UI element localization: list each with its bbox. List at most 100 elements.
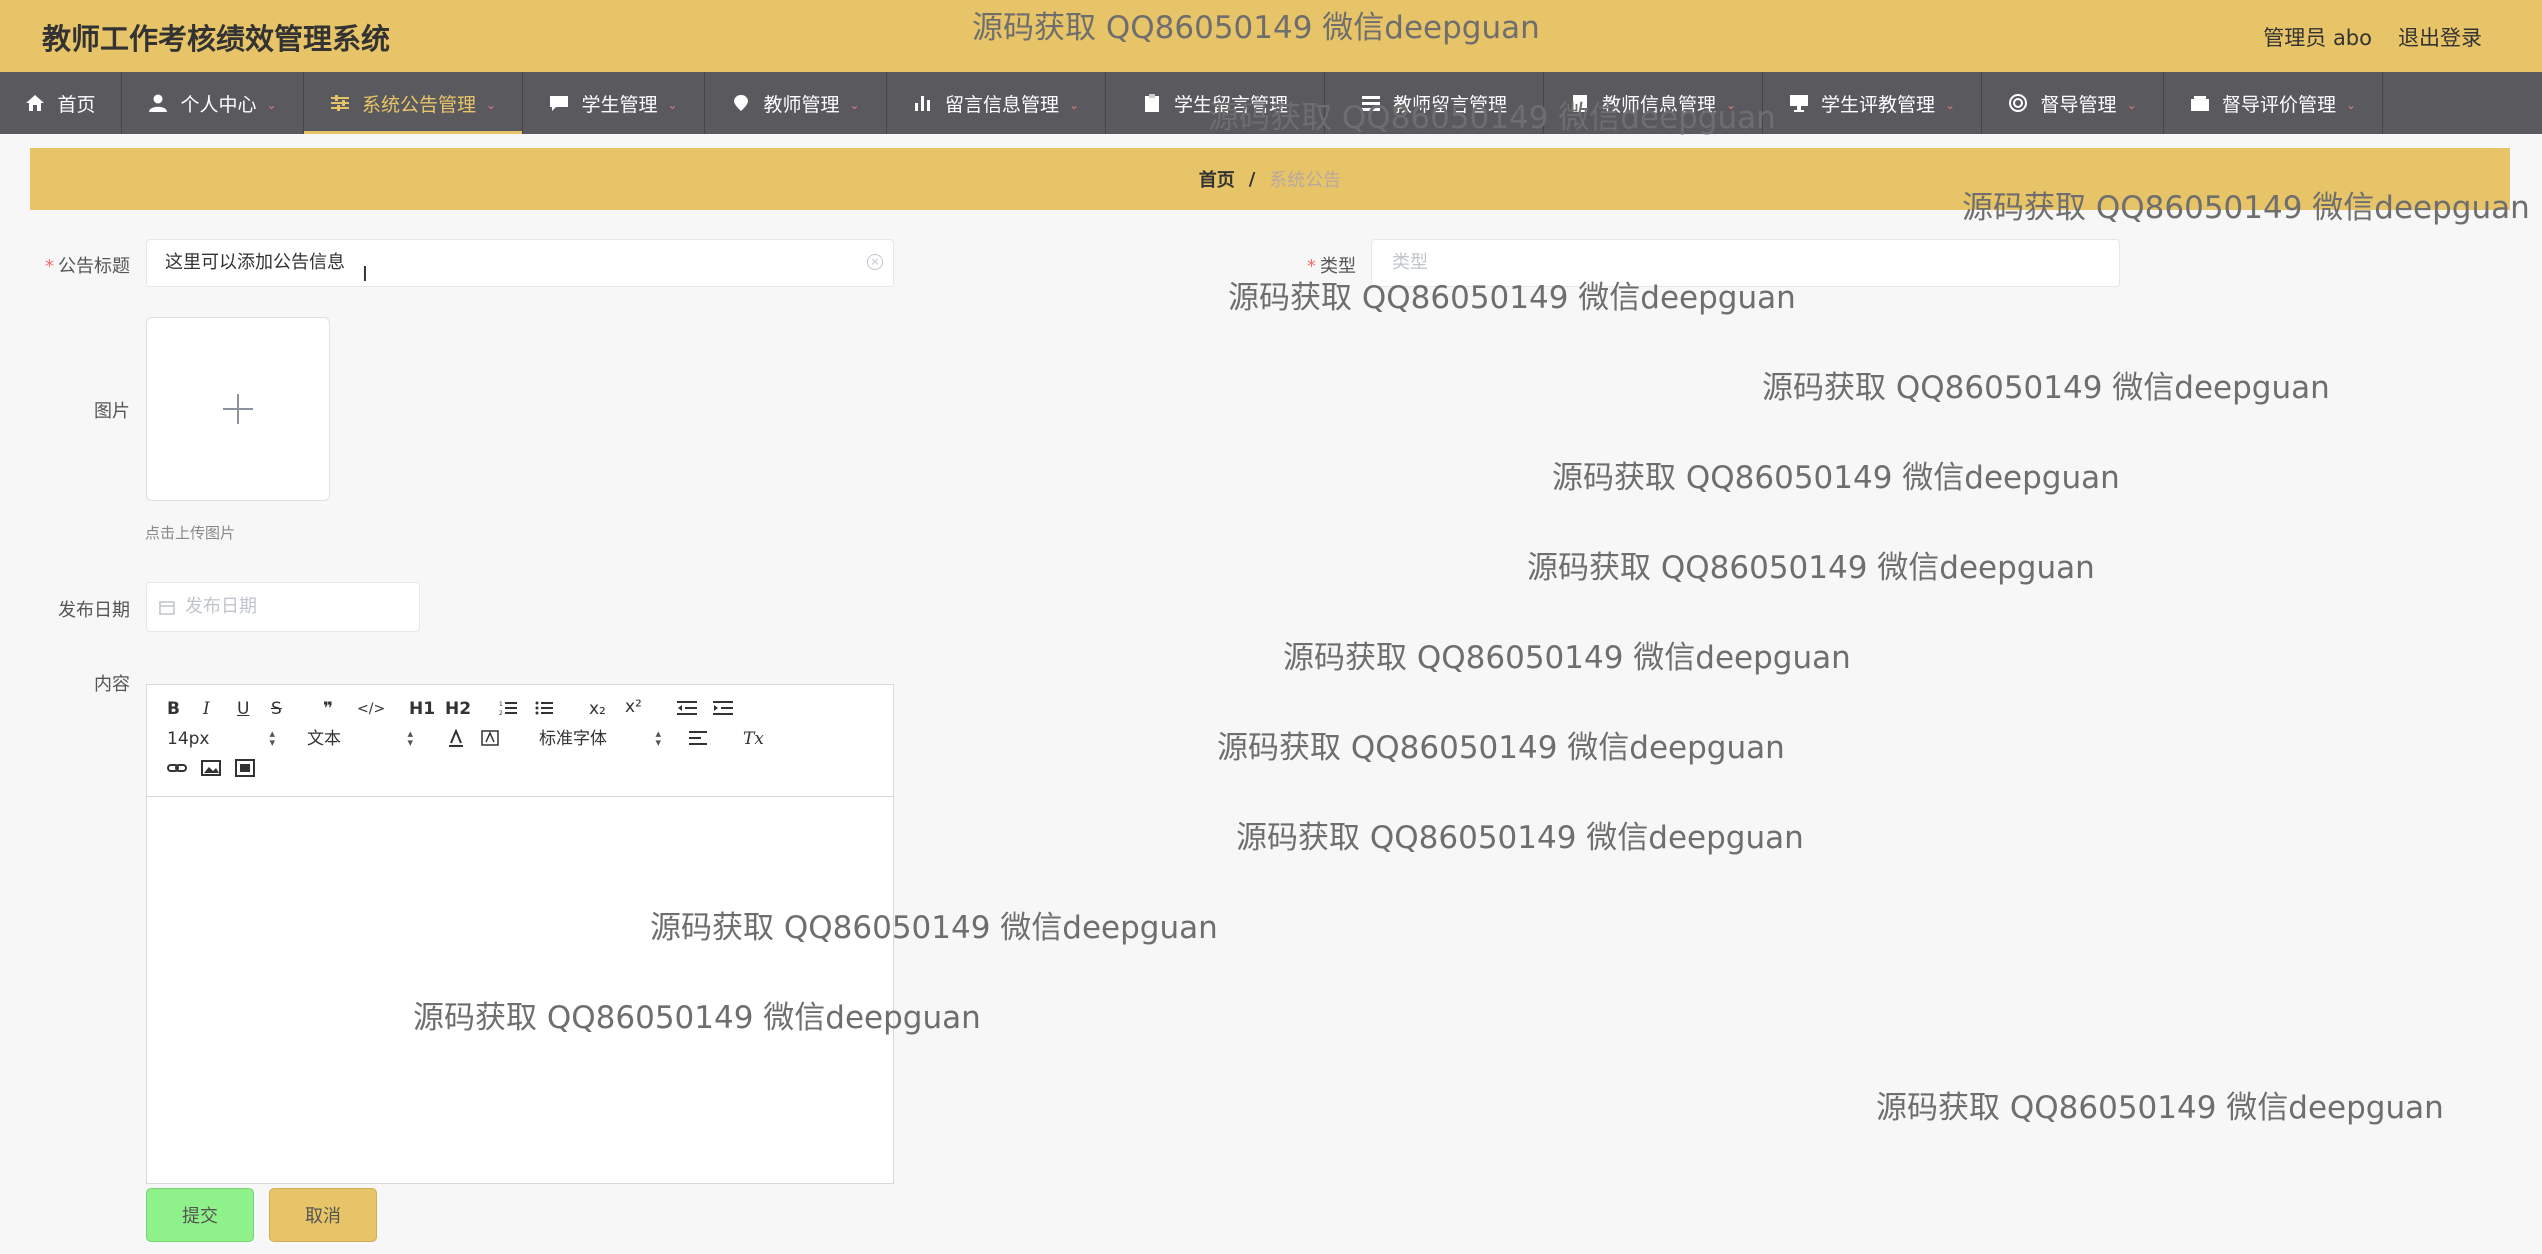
nav-label: 督导评价管理 bbox=[2221, 93, 2336, 116]
date-picker[interactable]: 发布日期 bbox=[146, 582, 420, 632]
text-cursor-icon: I bbox=[362, 262, 368, 286]
image-label: 图片 bbox=[94, 401, 130, 422]
app-title: 教师工作考核绩效管理系统 bbox=[42, 22, 391, 56]
breadcrumb-current: 系统公告 bbox=[1269, 170, 1342, 191]
location-icon bbox=[731, 94, 751, 112]
watermark: 源码获取 QQ86050149 微信deepguan bbox=[1527, 550, 2095, 586]
chevron-down-icon: ⌄ bbox=[1945, 98, 1956, 112]
wallet-icon bbox=[2190, 94, 2210, 112]
editor-toolbar: B I U S ❞ </> H1 H2 12 x₂ x² 14px ▴ ▾ 文本 ▴ ▾ bbox=[147, 685, 893, 797]
title-label: * 公告标题 bbox=[45, 256, 130, 277]
background-color-icon[interactable] bbox=[481, 729, 499, 754]
svg-text:2: 2 bbox=[499, 710, 503, 717]
breadcrumb-separator: / bbox=[1248, 168, 1256, 190]
nav-label: 教师管理 bbox=[763, 93, 840, 116]
breadcrumb-home[interactable]: 首页 bbox=[1199, 166, 1235, 192]
clear-icon[interactable]: × bbox=[867, 254, 883, 270]
nav-item-announcement-management[interactable]: 系统公告管理 ⌄ bbox=[304, 72, 523, 134]
strike-button[interactable]: S bbox=[271, 699, 282, 719]
quote-button[interactable]: ❞ bbox=[323, 699, 333, 719]
date-label: 发布日期 bbox=[58, 600, 130, 621]
link-icon[interactable] bbox=[167, 759, 187, 782]
subscript-button[interactable]: x₂ bbox=[589, 699, 606, 719]
ordered-list-icon[interactable]: 12 bbox=[499, 699, 517, 722]
superscript-button[interactable]: x² bbox=[625, 697, 642, 717]
nav-item-supervisor-evaluation-management[interactable]: 督导评价管理 ⌄ bbox=[2164, 72, 2383, 134]
nav-label: 首页 bbox=[57, 93, 96, 116]
clean-format-button[interactable]: Tx bbox=[743, 729, 764, 749]
watermark: 源码获取 QQ86050149 微信deepguan bbox=[1236, 820, 1804, 856]
monitor-icon bbox=[1789, 94, 1809, 112]
svg-text:1: 1 bbox=[499, 701, 503, 708]
italic-button[interactable]: I bbox=[203, 699, 210, 719]
h1-button[interactable]: H1 bbox=[409, 699, 435, 719]
nav-item-personal-center[interactable]: 个人中心 ⌄ bbox=[122, 72, 304, 134]
select-arrows-icon: ▴ ▾ bbox=[655, 727, 661, 749]
logout-button[interactable]: 退出登录 bbox=[2398, 22, 2482, 52]
calendar-icon bbox=[159, 599, 175, 615]
user-icon bbox=[148, 94, 168, 112]
chevron-down-icon: ⌄ bbox=[2126, 98, 2137, 112]
cancel-button[interactable]: 取消 bbox=[269, 1188, 377, 1242]
watermark: 源码获取 QQ86050149 微信deepguan bbox=[1217, 730, 1785, 766]
nav-label: 督导管理 bbox=[2040, 93, 2117, 116]
watermark: 源码获取 QQ86050149 微信deepguan bbox=[972, 10, 1540, 46]
text-color-icon[interactable] bbox=[447, 728, 465, 754]
watermark: 源码获取 QQ86050149 微信deepguan bbox=[413, 1000, 981, 1036]
watermark: 源码获取 QQ86050149 微信deepguan bbox=[1283, 640, 1851, 676]
nav-label: 系统公告管理 bbox=[361, 93, 476, 116]
nav-item-message-info-management[interactable]: 留言信息管理 ⌄ bbox=[887, 72, 1106, 134]
font-family-select[interactable]: 标准字体 ▴ ▾ bbox=[539, 727, 661, 749]
nav-item-supervisor-management[interactable]: 督导管理 ⌄ bbox=[1982, 72, 2164, 134]
code-block-button[interactable]: </> bbox=[357, 699, 385, 719]
watermark: 源码获取 QQ86050149 微信deepguan bbox=[1208, 100, 1776, 136]
editor-content-area[interactable] bbox=[147, 797, 893, 1183]
indent-icon[interactable] bbox=[713, 699, 733, 722]
date-placeholder: 发布日期 bbox=[185, 596, 257, 617]
h2-button[interactable]: H2 bbox=[445, 699, 471, 719]
nav-item-teacher-management[interactable]: 教师管理 ⌄ bbox=[705, 72, 887, 134]
nav-item-home[interactable]: 首页 bbox=[0, 72, 122, 134]
watermark: 源码获取 QQ86050149 微信deepguan bbox=[1876, 1090, 2444, 1126]
content-label: 内容 bbox=[94, 674, 130, 695]
watermark: 源码获取 QQ86050149 微信deepguan bbox=[650, 910, 1218, 946]
title-input-value: 这里可以添加公告信息 bbox=[165, 252, 345, 273]
bold-button[interactable]: B bbox=[167, 699, 180, 719]
bullet-list-icon[interactable] bbox=[535, 699, 553, 722]
plus-icon bbox=[223, 394, 253, 424]
chat-icon bbox=[549, 94, 569, 112]
upload-hint: 点击上传图片 bbox=[145, 524, 236, 542]
font-size-select[interactable]: 14px ▴ ▾ bbox=[167, 728, 275, 749]
nav-label: 学生管理 bbox=[581, 93, 658, 116]
align-icon[interactable] bbox=[689, 729, 707, 752]
watermark: 源码获取 QQ86050149 微信deepguan bbox=[1962, 190, 2530, 226]
chevron-down-icon: ⌄ bbox=[2346, 98, 2357, 112]
header-select[interactable]: 文本 ▴ ▾ bbox=[307, 727, 413, 749]
chevron-down-icon: ⌄ bbox=[667, 98, 678, 112]
watermark: 源码获取 QQ86050149 微信deepguan bbox=[1762, 370, 2330, 406]
image-icon[interactable] bbox=[201, 759, 221, 782]
nav-label: 留言信息管理 bbox=[944, 93, 1059, 116]
watermark: 源码获取 QQ86050149 微信deepguan bbox=[1552, 460, 2120, 496]
chevron-down-icon: ⌄ bbox=[1069, 98, 1080, 112]
nav-label: 学生评教管理 bbox=[1820, 93, 1935, 116]
home-icon bbox=[25, 94, 45, 112]
sliders-icon bbox=[330, 94, 350, 112]
select-arrows-icon: ▴ ▾ bbox=[407, 727, 413, 749]
chevron-down-icon: ⌄ bbox=[266, 98, 277, 112]
bar-chart-icon bbox=[913, 94, 933, 112]
clipboard-icon bbox=[1142, 94, 1162, 112]
target-icon bbox=[2008, 94, 2028, 112]
submit-button[interactable]: 提交 bbox=[146, 1188, 254, 1242]
chevron-down-icon: ⌄ bbox=[486, 98, 497, 112]
nav-item-student-evaluation-management[interactable]: 学生评教管理 ⌄ bbox=[1763, 72, 1982, 134]
video-icon[interactable] bbox=[235, 759, 255, 782]
chevron-down-icon: ⌄ bbox=[849, 98, 860, 112]
watermark: 源码获取 QQ86050149 微信deepguan bbox=[1228, 280, 1796, 316]
title-input[interactable]: 这里可以添加公告信息 × bbox=[146, 239, 894, 287]
outdent-icon[interactable] bbox=[677, 699, 697, 722]
underline-button[interactable]: U bbox=[237, 699, 249, 719]
nav-label: 个人中心 bbox=[180, 93, 257, 116]
nav-item-student-management[interactable]: 学生管理 ⌄ bbox=[523, 72, 705, 134]
image-upload[interactable] bbox=[146, 317, 330, 501]
